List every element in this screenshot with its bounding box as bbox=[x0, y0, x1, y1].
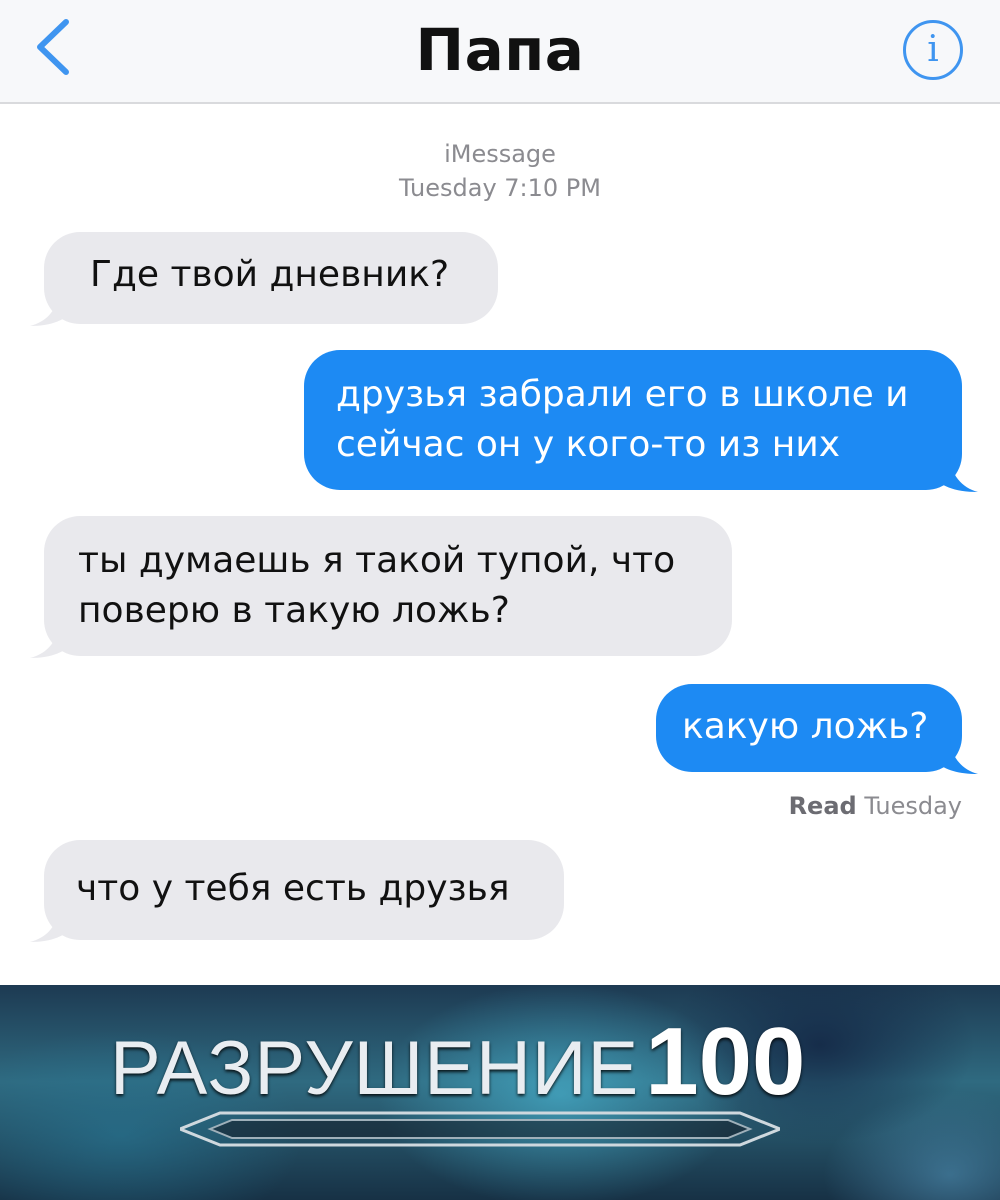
message-bubble-outgoing[interactable]: какую ложь? bbox=[656, 684, 978, 774]
message-bubble-incoming[interactable]: Где твой дневник? bbox=[30, 232, 498, 326]
skill-banner-text: РАЗРУШЕНИЕ100 bbox=[110, 1007, 805, 1117]
info-icon: i bbox=[927, 29, 939, 70]
timestamp: Tuesday 7:10 PM bbox=[399, 174, 601, 202]
message-bubble-incoming[interactable]: ты думаешь я такой тупой, что поверю в т… bbox=[30, 516, 732, 658]
skill-level: 100 bbox=[645, 1008, 806, 1115]
message-text-line: сейчас он у кого-то из них bbox=[336, 424, 841, 465]
service-label: iMessage bbox=[444, 140, 556, 168]
message-text: какую ложь? bbox=[682, 706, 929, 747]
message-bubble-incoming[interactable]: что у тебя есть друзья bbox=[30, 840, 564, 942]
skill-bar-ornament bbox=[180, 1111, 780, 1147]
message-thread[interactable]: iMessage Tuesday 7:10 PM Где твой дневни… bbox=[0, 104, 1000, 942]
read-receipt: Read Tuesday bbox=[700, 792, 962, 820]
message-text-line: ты думаешь я такой тупой, что bbox=[78, 540, 676, 581]
message-bubble-outgoing[interactable]: друзья забрали его в школе и сейчас он у… bbox=[304, 350, 978, 492]
message-text: Где твой дневник? bbox=[90, 254, 450, 295]
bubble-tail bbox=[30, 624, 76, 658]
conversation-header: Папа i bbox=[0, 0, 1000, 104]
skill-banner: РАЗРУШЕНИЕ100 bbox=[0, 985, 1000, 1200]
bubble-tail bbox=[30, 908, 76, 942]
message-text-line: поверю в такую ложь? bbox=[78, 590, 510, 631]
bubble-tail bbox=[30, 292, 76, 326]
read-day: Tuesday bbox=[864, 792, 962, 820]
contact-name: Папа bbox=[415, 16, 585, 84]
read-label: Read bbox=[788, 792, 857, 820]
info-button[interactable]: i bbox=[903, 20, 963, 80]
skill-name: РАЗРУШЕНИЕ bbox=[110, 1026, 640, 1111]
message-text-line: друзья забрали его в школе и bbox=[336, 374, 909, 415]
message-text: что у тебя есть друзья bbox=[76, 868, 510, 909]
